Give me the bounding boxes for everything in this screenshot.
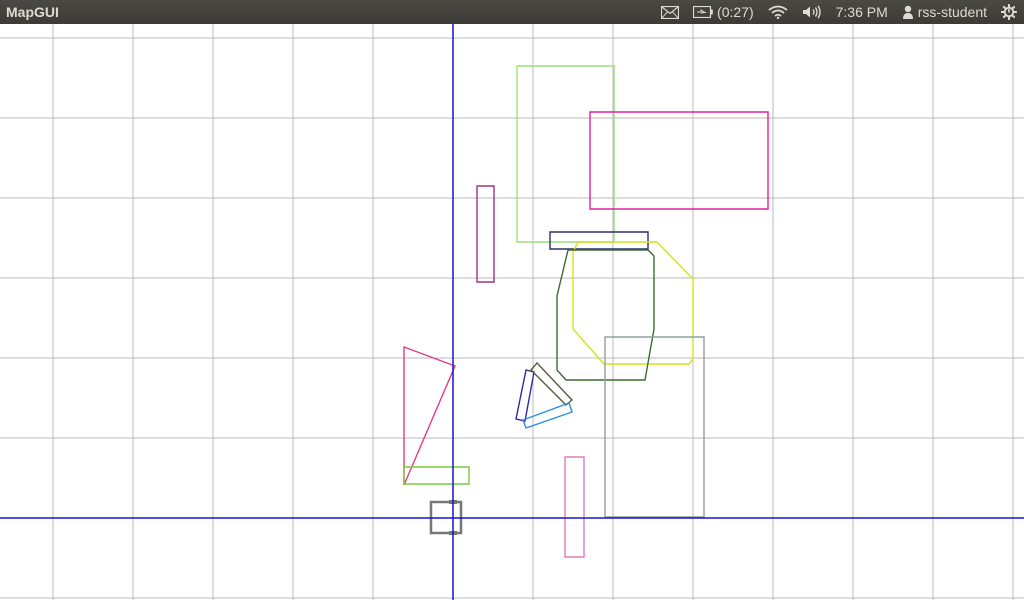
gear-power-icon [1001, 4, 1017, 20]
axes [0, 24, 1024, 600]
session-indicator[interactable] [994, 0, 1024, 24]
user-indicator[interactable]: rss-student [895, 0, 994, 24]
clock-text: 7:36 PM [835, 4, 888, 20]
blue-quad [515, 369, 535, 422]
user-name: rss-student [917, 4, 987, 20]
app-title: MapGUI [6, 4, 59, 20]
map-canvas[interactable] [0, 24, 1024, 600]
mail-indicator[interactable] [654, 0, 686, 24]
purple-thin-rectangle [476, 185, 495, 283]
volume-indicator[interactable] [795, 0, 829, 24]
map-shapes [403, 65, 769, 558]
navy-bar [549, 231, 649, 250]
olive-quad [530, 361, 574, 406]
yellow-octagon [572, 241, 694, 365]
map-view[interactable] [0, 24, 1024, 600]
top-panel: MapGUI (0:27) 7:36 PM rss-student [0, 0, 1024, 24]
magenta-rectangle [589, 111, 769, 210]
grid-lines [0, 24, 1024, 600]
battery-charging-icon [693, 6, 713, 18]
pink-thin-rectangle [564, 456, 585, 558]
envelope-icon [661, 5, 680, 19]
wifi-indicator[interactable] [761, 0, 795, 24]
indicator-area: (0:27) 7:36 PM rss-student [654, 0, 1024, 24]
battery-time: (0:27) [717, 4, 754, 20]
light-green-rectangle [516, 65, 615, 243]
wifi-icon [768, 5, 788, 19]
green-bar [403, 466, 470, 485]
volume-icon [802, 5, 821, 19]
clock-indicator[interactable]: 7:36 PM [829, 0, 895, 24]
cyan-quad [522, 402, 573, 429]
pink-triangle [403, 345, 456, 486]
battery-indicator[interactable]: (0:27) [686, 0, 761, 24]
person-icon [902, 5, 913, 19]
